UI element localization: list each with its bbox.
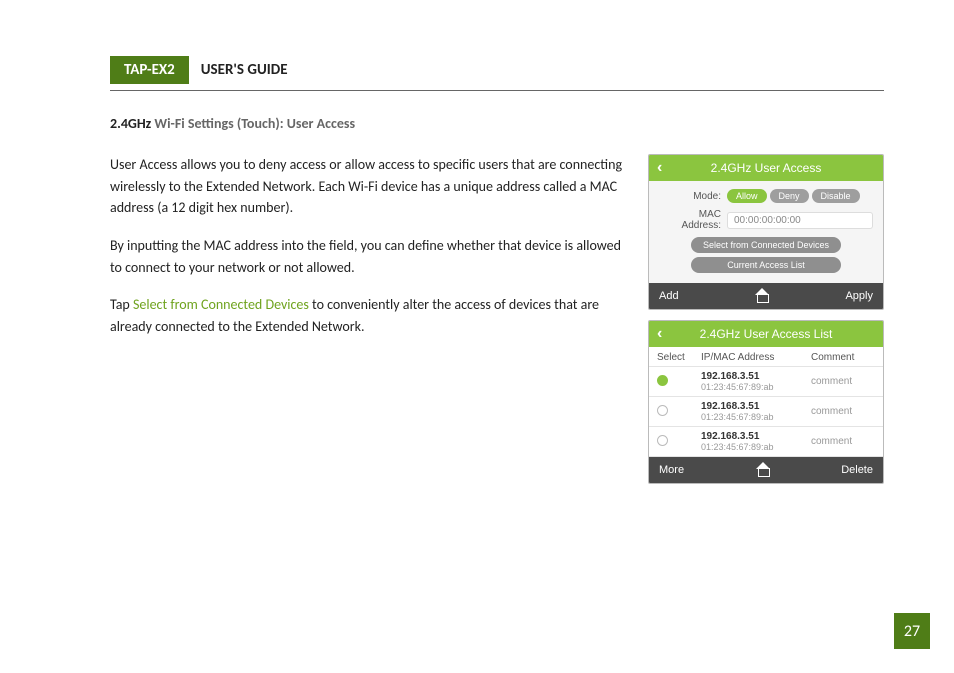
- header-title: USER'S GUIDE: [189, 56, 300, 84]
- header-badge: TAP-EX2: [110, 56, 189, 84]
- page-header: TAP-EX2 USER'S GUIDE: [110, 56, 884, 84]
- row-ip: 192.168.3.51: [701, 371, 811, 382]
- list-item[interactable]: 192.168.3.51 01:23:45:67:89:ab comment: [649, 397, 883, 427]
- current-access-list-button[interactable]: Current Access List: [691, 257, 841, 273]
- screen2-titlebar: ‹ 2.4GHz User Access List: [649, 321, 883, 347]
- back-icon[interactable]: ‹: [657, 321, 662, 347]
- select-devices-link-text: Select from Connected Devices: [133, 296, 309, 313]
- row-mac: 01:23:45:67:89:ab: [701, 382, 811, 392]
- home-icon[interactable]: [755, 290, 769, 302]
- screenshot-user-access: ‹ 2.4GHz User Access Mode: Allow Deny Di…: [648, 154, 884, 310]
- header-rule: [110, 90, 884, 91]
- mode-label: Mode:: [659, 191, 727, 202]
- select-connected-devices-button[interactable]: Select from Connected Devices: [691, 237, 841, 253]
- col-ipmac: IP/MAC Address: [701, 352, 811, 363]
- row-mac: 01:23:45:67:89:ab: [701, 442, 811, 452]
- paragraph-3: Tap Select from Connected Devices to con…: [110, 294, 628, 337]
- mac-address-input[interactable]: 00:00:00:00:00: [727, 212, 873, 229]
- row-mac: 01:23:45:67:89:ab: [701, 412, 811, 422]
- footer-more-button[interactable]: More: [659, 464, 684, 476]
- screenshot-user-access-list: ‹ 2.4GHz User Access List Select IP/MAC …: [648, 320, 884, 484]
- footer-delete-button[interactable]: Delete: [841, 464, 873, 476]
- home-icon[interactable]: [756, 464, 770, 476]
- back-icon[interactable]: ‹: [657, 155, 662, 181]
- list-item[interactable]: 192.168.3.51 01:23:45:67:89:ab comment: [649, 427, 883, 457]
- mac-label: MAC Address:: [659, 209, 727, 231]
- footer-add-button[interactable]: Add: [659, 290, 679, 302]
- row-ip: 192.168.3.51: [701, 401, 811, 412]
- paragraph-2: By inputting the MAC address into the fi…: [110, 235, 628, 278]
- col-comment: Comment: [811, 352, 875, 363]
- paragraph-1: User Access allows you to deny access or…: [110, 154, 628, 219]
- section-title: 2.4GHz Wi-Fi Settings (Touch): User Acce…: [110, 115, 884, 132]
- mode-disable-button[interactable]: Disable: [812, 189, 860, 203]
- screen1-title: 2.4GHz User Access: [711, 161, 822, 175]
- list-header: Select IP/MAC Address Comment: [649, 347, 883, 367]
- body-text: User Access allows you to deny access or…: [110, 154, 628, 484]
- select-radio[interactable]: [657, 375, 668, 386]
- section-title-rest: Wi-Fi Settings (Touch): User Access: [151, 115, 355, 132]
- list-item[interactable]: 192.168.3.51 01:23:45:67:89:ab comment: [649, 367, 883, 397]
- footer-apply-button[interactable]: Apply: [845, 290, 873, 302]
- screen1-titlebar: ‹ 2.4GHz User Access: [649, 155, 883, 181]
- screen2-title: 2.4GHz User Access List: [700, 327, 833, 341]
- select-radio[interactable]: [657, 435, 668, 446]
- col-select: Select: [657, 352, 701, 363]
- row-comment: comment: [811, 436, 875, 447]
- page-number: 27: [894, 613, 930, 649]
- select-radio[interactable]: [657, 405, 668, 416]
- row-comment: comment: [811, 406, 875, 417]
- section-title-lead: 2.4GHz: [110, 115, 151, 132]
- row-comment: comment: [811, 376, 875, 387]
- mode-allow-button[interactable]: Allow: [727, 189, 767, 203]
- mode-deny-button[interactable]: Deny: [770, 189, 809, 203]
- row-ip: 192.168.3.51: [701, 431, 811, 442]
